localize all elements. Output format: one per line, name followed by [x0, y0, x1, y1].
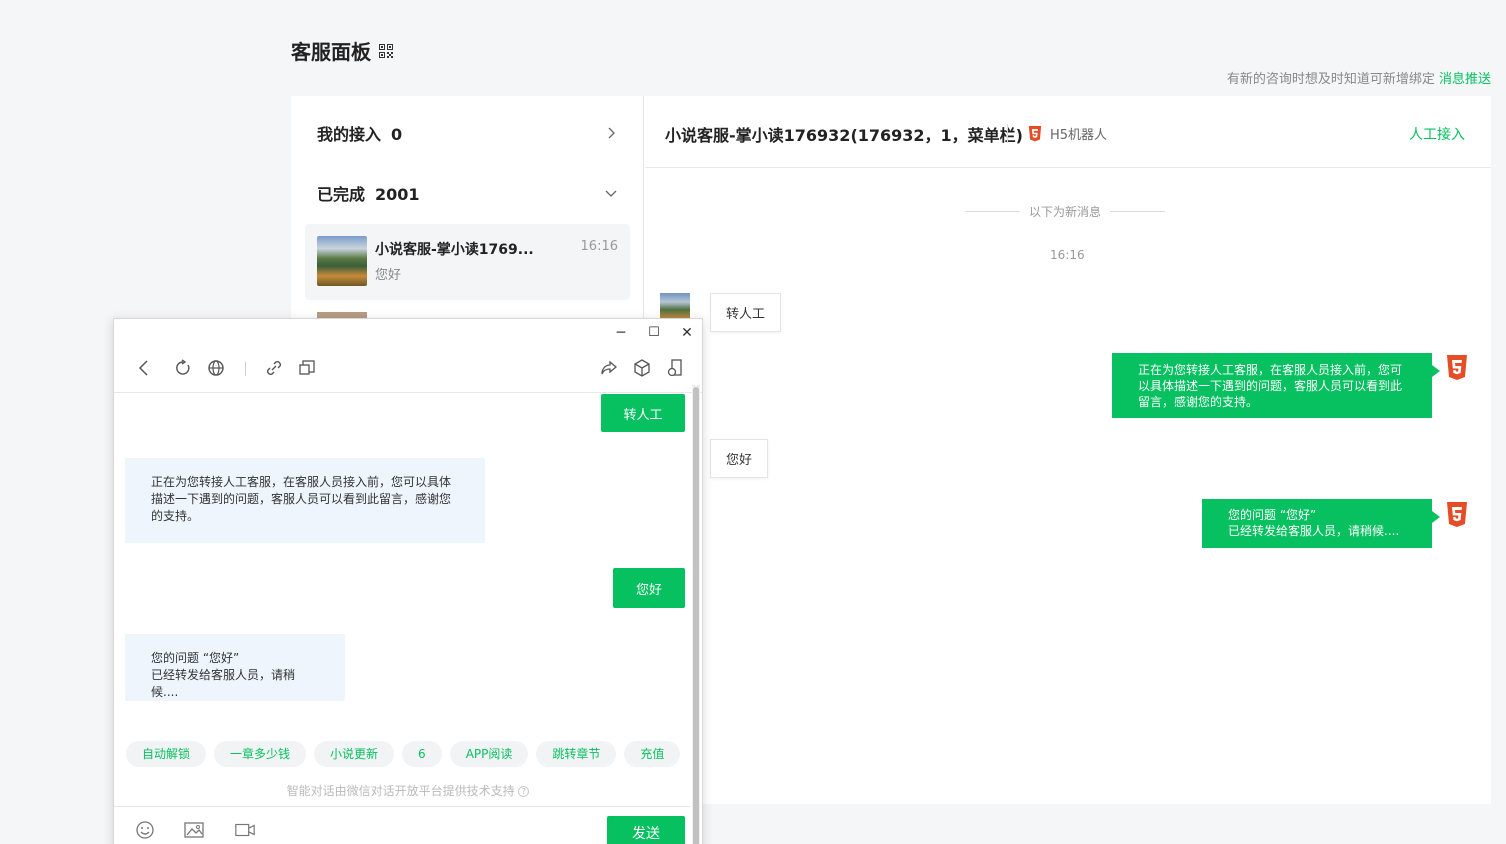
quick-reply-chip[interactable]: 一章多少钱	[214, 741, 307, 767]
message-timestamp: 16:16	[1050, 248, 1085, 262]
completed-label: 已完成	[317, 185, 366, 204]
html5-icon	[1447, 355, 1467, 380]
hint-text: 有新的咨询时想及时知道可新增绑定	[1226, 72, 1435, 87]
cube-icon[interactable]	[631, 357, 653, 379]
browser-toolbar	[114, 345, 702, 393]
image-icon[interactable]	[183, 819, 205, 841]
message-push-link[interactable]: 消息推送	[1439, 72, 1491, 87]
emoji-icon[interactable]	[134, 819, 156, 841]
message-bubble: 您的问题 “您好” 已经转发给客服人员，请稍候....	[1202, 499, 1440, 548]
input-divider	[114, 806, 690, 807]
conversation-time: 16:16	[580, 239, 618, 254]
quick-reply-chip[interactable]: 自动解锁	[126, 741, 207, 767]
message-bubble: 正在为您转接人工客服，在客服人员接入前，您可以具体描述一下遇到的问题，客服人员可…	[125, 458, 485, 543]
copy-icon[interactable]	[296, 357, 318, 379]
quick-reply-chips: 自动解锁 一章多少钱 小说更新 6 APP阅读 跳转章节 充值	[126, 741, 694, 769]
quick-reply-chip[interactable]: 小说更新	[314, 741, 395, 767]
scrollbar[interactable]	[693, 387, 699, 844]
page-title-text: 客服面板	[291, 40, 371, 64]
link-icon[interactable]	[263, 357, 285, 379]
quick-reply-chip[interactable]: 6	[402, 741, 442, 767]
message-bubble: 正在为您转接人工客服，在客服人员接入前，您可以具体描述一下遇到的问题，客服人员可…	[1112, 353, 1440, 418]
minimize-button[interactable]: ─	[613, 325, 629, 341]
my-access-count: 0	[391, 125, 403, 144]
back-icon[interactable]	[133, 357, 155, 379]
chevron-right-icon	[608, 127, 615, 139]
message-bubble: 转人工	[601, 394, 685, 432]
conversation-name: 小说客服-掌小读1769...	[375, 242, 534, 258]
my-access-label: 我的接入	[317, 125, 382, 144]
message-bubble: 您好	[613, 568, 685, 608]
chat-title: 小说客服-掌小读176932(176932，1，菜单栏)	[665, 126, 1023, 145]
share-icon[interactable]	[598, 357, 620, 379]
toolbar-divider	[245, 362, 246, 376]
avatar	[317, 236, 367, 286]
manual-access-link[interactable]: 人工接入	[1409, 124, 1465, 144]
chat-area: 小说客服-掌小读176932(176932，1，菜单栏) H5机器人 人工接入 …	[645, 96, 1491, 804]
powered-by-label: 智能对话由微信对话开放平台提供技术支持	[286, 784, 515, 798]
chevron-down-icon	[605, 190, 617, 197]
help-icon[interactable]: ?	[518, 786, 530, 797]
mini-program-icon[interactable]	[664, 357, 686, 379]
completed-section[interactable]: 已完成 2001	[317, 178, 617, 208]
page-title: 客服面板	[291, 36, 393, 65]
my-access-section[interactable]: 我的接入 0	[317, 118, 617, 148]
robot-tag: H5机器人	[1007, 124, 1107, 143]
message-bubble: 转人工	[710, 293, 782, 332]
quick-reply-chip[interactable]: 充值	[624, 741, 681, 767]
globe-icon[interactable]	[205, 357, 227, 379]
html5-icon	[1447, 502, 1467, 527]
chat-preview-window: ─ ☐ ✕ 转人工 正在为您转接人工客服，在客服人员接入前，您可以具体描述一下遇…	[113, 318, 703, 844]
message-bubble: 您好	[710, 439, 769, 478]
qr-code-icon[interactable]	[379, 43, 393, 58]
conversation-item[interactable]: 小说客服-掌小读1769... 16:16 您好	[305, 224, 630, 300]
powered-by-text: 智能对话由微信对话开放平台提供技术支持 ?	[114, 782, 702, 799]
notification-hint: 有新的咨询时想及时知道可新增绑定 消息推送	[1227, 68, 1491, 87]
quick-reply-chip[interactable]: APP阅读	[449, 741, 529, 767]
close-button[interactable]: ✕	[679, 325, 695, 341]
conversation-preview: 您好	[375, 268, 402, 283]
robot-label: H5机器人	[1050, 128, 1108, 143]
video-icon[interactable]	[234, 819, 256, 841]
new-message-divider: 以下为新消息	[965, 203, 1165, 220]
chat-header: 小说客服-掌小读176932(176932，1，菜单栏) H5机器人 人工接入	[645, 96, 1491, 168]
completed-count: 2001	[375, 185, 420, 204]
maximize-button[interactable]: ☐	[646, 325, 662, 340]
message-bubble: 您的问题 “您好” 已经转发给客服人员，请稍候....	[125, 634, 345, 701]
html5-icon	[1028, 125, 1042, 141]
send-button[interactable]: 发送	[607, 816, 685, 844]
refresh-icon[interactable]	[172, 357, 194, 379]
quick-reply-chip[interactable]: 跳转章节	[536, 741, 617, 767]
